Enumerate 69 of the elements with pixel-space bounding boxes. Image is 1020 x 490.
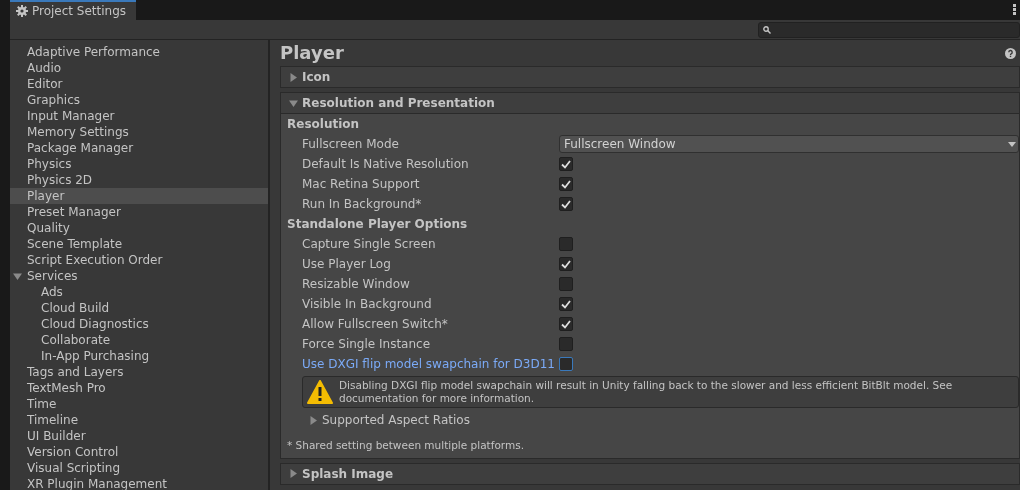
sidebar-item[interactable]: Memory Settings (10, 124, 268, 140)
sidebar-item[interactable]: Audio (10, 60, 268, 76)
field-label: Capture Single Screen (302, 236, 437, 253)
field-label: Visible In Background (302, 296, 433, 313)
group-heading: Standalone Player Options (287, 216, 469, 233)
sidebar-item[interactable]: XR Plugin Management (10, 476, 268, 490)
field-label: Default Is Native Resolution (302, 156, 470, 173)
checkbox[interactable] (559, 257, 573, 271)
search-field[interactable] (758, 21, 1020, 38)
checkbox[interactable] (559, 337, 573, 351)
checkbox[interactable] (559, 157, 573, 171)
sidebar-item[interactable]: In-App Purchasing (10, 348, 268, 364)
more-icon[interactable] (1013, 4, 1016, 15)
warning-icon (307, 380, 333, 404)
sidebar-item[interactable]: Package Manager (10, 140, 268, 156)
field-label: Mac Retina Support (302, 176, 421, 193)
checkbox[interactable] (559, 277, 573, 291)
expand-triangle-icon[interactable] (289, 98, 298, 108)
sidebar-item[interactable]: Script Execution Order (10, 252, 268, 268)
gear-icon (16, 5, 28, 17)
sidebar-item[interactable]: Physics (10, 156, 268, 172)
caret-icon (1008, 141, 1016, 147)
sidebar-item[interactable]: Physics 2D (10, 172, 268, 188)
expand-triangle-icon[interactable] (309, 415, 318, 425)
warning-text: Disabling DXGI flip model swapchain will result in Unity falling back to the slower and less efficient BitBlt model. See documentation for more information. (339, 379, 954, 405)
sidebar-item[interactable]: Timeline (10, 412, 268, 428)
checkbox[interactable] (559, 297, 573, 311)
sidebar-item[interactable]: TextMesh Pro (10, 380, 268, 396)
expand-triangle-icon[interactable] (289, 469, 298, 479)
field-label: Force Single Instance (302, 336, 432, 353)
sidebar-item[interactable]: Services (10, 268, 268, 284)
dropdown[interactable]: Fullscreen Window (559, 135, 1019, 153)
search-icon (763, 25, 771, 34)
sidebar-item[interactable]: Ads (10, 284, 268, 300)
field-label: Run In Background* (302, 196, 423, 213)
field-label: Use DXGI flip model swapchain for D3D11 (302, 356, 556, 373)
field-label: Resizable Window (302, 276, 411, 293)
sidebar-item[interactable]: Input Manager (10, 108, 268, 124)
group-heading: Resolution (287, 116, 361, 133)
sidebar-item[interactable]: UI Builder (10, 428, 268, 444)
checkbox[interactable] (559, 237, 573, 251)
checkbox[interactable] (559, 177, 573, 191)
field-label: Use Player Log (302, 256, 392, 273)
sidebar-item[interactable]: Adaptive Performance (10, 44, 268, 60)
field-label: Fullscreen Mode (302, 136, 400, 153)
sidebar-item[interactable]: Editor (10, 76, 268, 92)
sidebar-item[interactable]: Cloud Build (10, 300, 268, 316)
checkbox[interactable] (559, 197, 573, 211)
checkbox[interactable] (559, 317, 573, 331)
page-title: Player (280, 42, 344, 65)
sidebar-item[interactable]: Preset Manager (10, 204, 268, 220)
help-icon[interactable] (1005, 48, 1016, 59)
foldout-header[interactable]: Supported Aspect Ratios (287, 410, 1019, 430)
sidebar-item[interactable]: Visual Scripting (10, 460, 268, 476)
sidebar-item[interactable]: Time (10, 396, 268, 412)
sidebar-item[interactable]: Quality (10, 220, 268, 236)
sidebar-item[interactable]: Version Control (10, 444, 268, 460)
footnote-text: * Shared setting between multiple platforms. (287, 438, 525, 453)
checkbox[interactable] (559, 357, 573, 371)
field-label: Allow Fullscreen Switch* (302, 316, 449, 333)
expand-triangle-icon[interactable] (13, 271, 22, 281)
sidebar-item[interactable]: Cloud Diagnostics (10, 316, 268, 332)
window-tab[interactable]: Project Settings (10, 0, 137, 20)
expand-triangle-icon[interactable] (289, 72, 298, 82)
sidebar-item[interactable]: Tags and Layers (10, 364, 268, 380)
sidebar-item[interactable]: Scene Template (10, 236, 268, 252)
sidebar-item[interactable]: Collaborate (10, 332, 268, 348)
sidebar-item[interactable]: Player (10, 188, 268, 204)
sidebar-item[interactable]: Graphics (10, 92, 268, 108)
